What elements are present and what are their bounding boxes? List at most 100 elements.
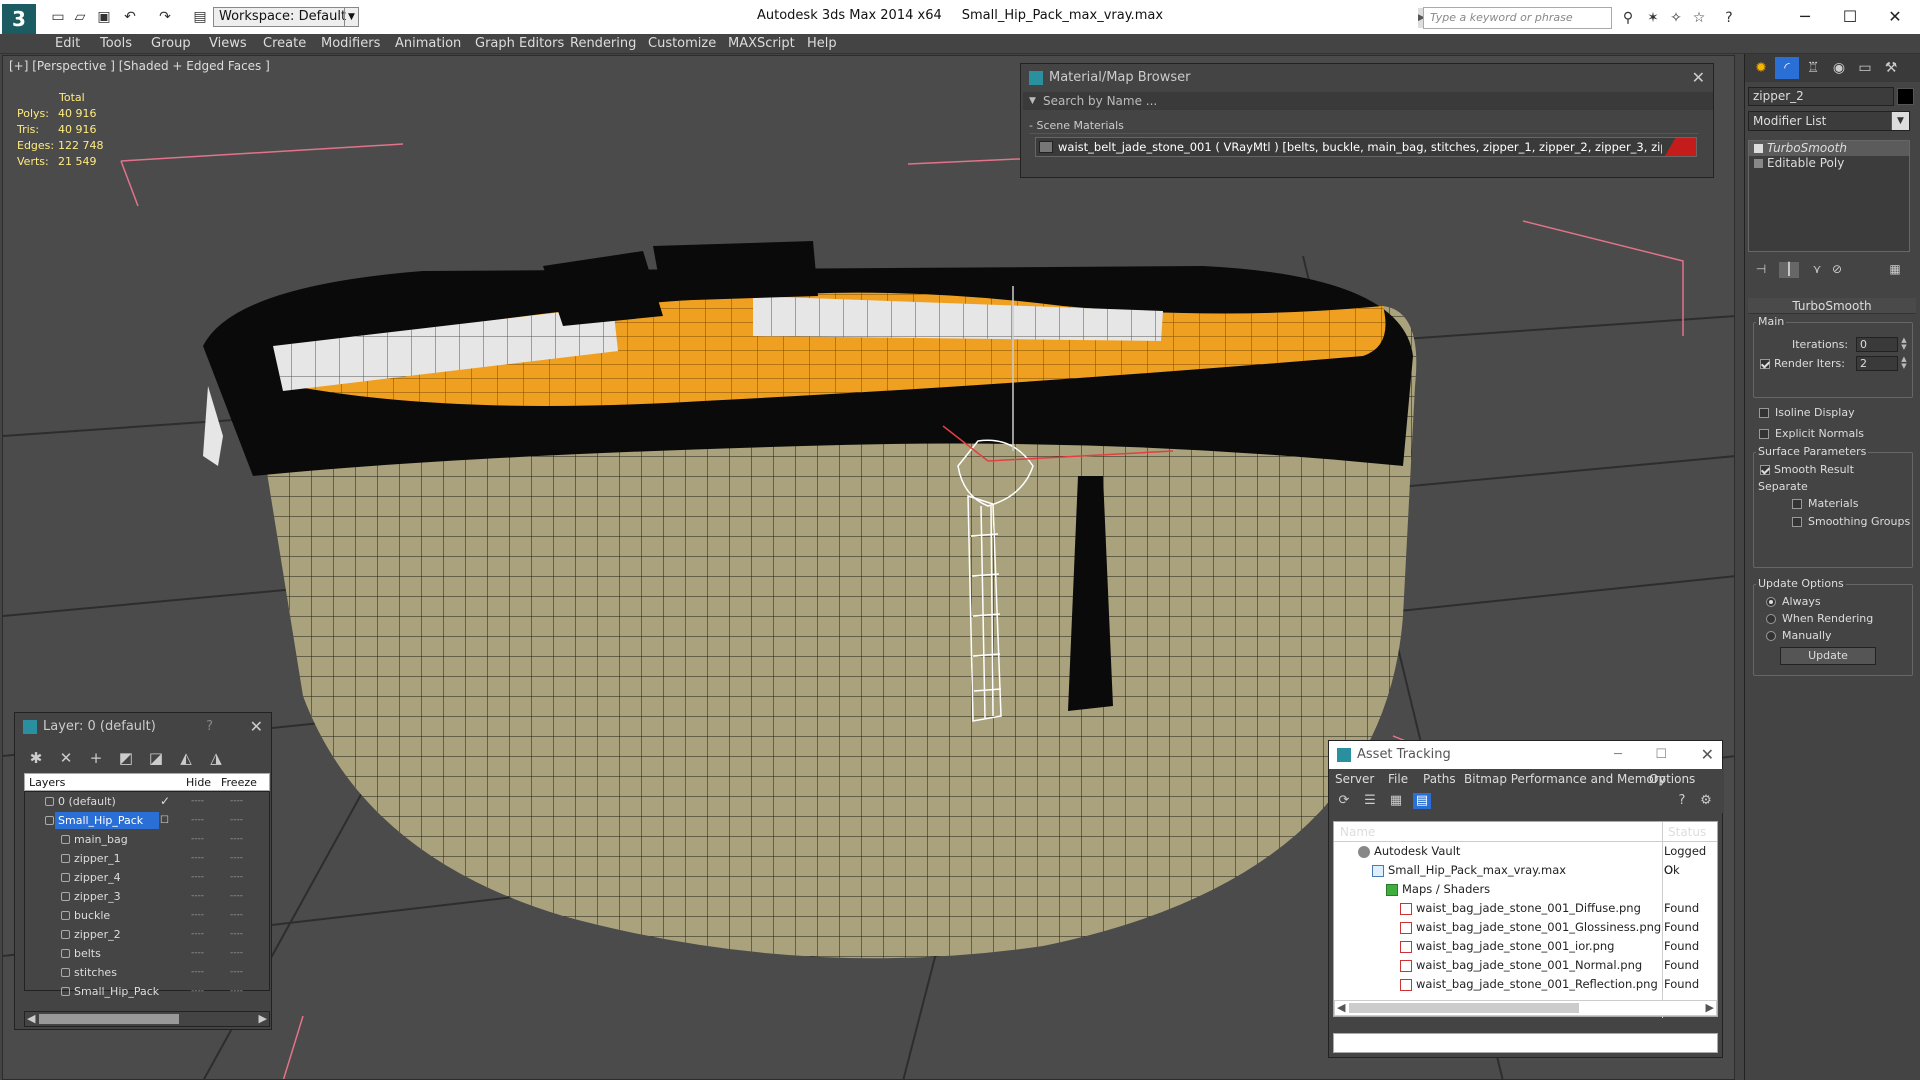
material-browser-titlebar[interactable]: Material/Map Browser ✕ <box>1021 64 1713 92</box>
show-end-result-icon[interactable]: ┃ <box>1779 262 1799 278</box>
menu-file[interactable]: File <box>1388 772 1408 786</box>
lightbulb-icon[interactable] <box>1754 144 1763 153</box>
col-freeze[interactable]: Freeze <box>221 776 257 789</box>
hide-toggle[interactable]: ---- <box>191 868 204 887</box>
menu-maxscript[interactable]: MAXScript <box>728 36 795 51</box>
select-objects-icon[interactable]: ◩ <box>115 749 137 767</box>
scroll-left-icon[interactable]: ◀ <box>27 1012 35 1025</box>
maximize-button[interactable]: ☐ <box>1828 4 1872 30</box>
spinner-arrows-icon[interactable]: ▲ ▼ <box>1900 356 1908 371</box>
freeze-toggle[interactable]: ---- <box>230 830 243 849</box>
layer-row[interactable]: zipper_1 ---- ---- <box>25 849 269 868</box>
asset-path-field[interactable] <box>1333 1033 1718 1053</box>
modifier-list-dropdown[interactable]: Modifier List ▼ <box>1748 111 1910 131</box>
help-icon[interactable]: ? <box>1718 8 1740 28</box>
asset-horizontal-scrollbar[interactable]: ◀ ▶ <box>1334 1000 1717 1016</box>
materials-checkbox[interactable] <box>1792 499 1802 509</box>
help-icon[interactable]: ? <box>1673 793 1691 809</box>
layer-row[interactable]: zipper_3 ---- ---- <box>25 887 269 906</box>
current-layer-check-icon[interactable]: ✓ <box>160 792 170 811</box>
motion-tab-icon[interactable]: ◉ <box>1827 57 1851 79</box>
filter-icon[interactable]: ▼ <box>1029 92 1036 110</box>
scroll-thumb[interactable] <box>39 1014 179 1024</box>
asset-row[interactable]: waist_bag_jade_stone_001_ior.png Found <box>1334 937 1717 956</box>
asset-row[interactable]: waist_bag_jade_stone_001_Glossiness.png F… <box>1334 918 1717 937</box>
layer-row[interactable]: belts ---- ---- <box>25 944 269 963</box>
explicit-normals-checkbox[interactable] <box>1759 429 1769 439</box>
isoline-display-checkbox[interactable] <box>1759 408 1769 418</box>
asset-row[interactable]: waist_bag_jade_stone_001_Diffuse.png Foun… <box>1334 899 1717 918</box>
freeze-toggle[interactable]: ---- <box>230 868 243 887</box>
col-hide[interactable]: Hide <box>186 776 211 789</box>
layer-row[interactable]: Small_Hip_Pack ---- ---- <box>25 982 269 1001</box>
freeze-toggle[interactable]: ---- <box>230 811 243 830</box>
freeze-toggle[interactable]: ---- <box>230 792 243 811</box>
set-current-icon[interactable]: ☐ <box>160 811 169 830</box>
binoculars-icon[interactable]: ⚲ <box>1617 8 1639 28</box>
menu-modifiers[interactable]: Modifiers <box>321 36 380 51</box>
create-tab-sun-icon[interactable]: ✹ <box>1749 57 1773 79</box>
layer-panel-titlebar[interactable]: Layer: 0 (default)? ✕ <box>15 713 271 741</box>
utilities-tab-icon[interactable]: ⚒ <box>1879 57 1903 79</box>
col-name[interactable]: Name <box>1340 822 1375 842</box>
viewport-label[interactable]: [+] [Perspective ] [Shaded + Edged Faces… <box>9 59 270 73</box>
scroll-thumb[interactable] <box>1349 1003 1579 1013</box>
turbosmooth-rollout-header[interactable]: TurboSmooth <box>1748 298 1916 314</box>
freeze-toggle[interactable]: ---- <box>230 906 243 925</box>
menu-rendering[interactable]: Rendering <box>570 36 636 51</box>
always-radio[interactable] <box>1766 597 1776 607</box>
render-iters-spinner[interactable]: 2 <box>1856 356 1898 371</box>
hide-toggle[interactable]: ---- <box>191 792 204 811</box>
menu-bitmap-performance[interactable]: Bitmap Performance and Memory <box>1464 772 1666 786</box>
hide-toggle[interactable]: ---- <box>191 849 204 868</box>
menu-paths[interactable]: Paths <box>1423 772 1456 786</box>
menu-animation[interactable]: Animation <box>395 36 461 51</box>
freeze-toggle[interactable]: ---- <box>230 963 243 982</box>
remove-modifier-icon[interactable]: ⊘ <box>1827 262 1847 278</box>
scroll-left-icon[interactable]: ◀ <box>1337 1001 1345 1014</box>
layer-row[interactable]: stitches ---- ---- <box>25 963 269 982</box>
asset-row[interactable]: waist_bag_jade_stone_001_Normal.png Found <box>1334 956 1717 975</box>
hide-all-icon[interactable]: ◭ <box>175 749 197 767</box>
tools-icon[interactable]: ✶ <box>1642 8 1664 28</box>
help-icon[interactable]: ? <box>206 713 213 741</box>
asset-row[interactable]: Autodesk Vault Logged O <box>1334 842 1717 877</box>
freeze-toggle[interactable]: ---- <box>230 887 243 906</box>
manually-radio[interactable] <box>1766 631 1776 641</box>
freeze-toggle[interactable]: ---- <box>230 944 243 963</box>
col-layers[interactable]: Layers <box>29 776 65 789</box>
menu-graph-editors[interactable]: Graph Editors <box>475 36 564 51</box>
material-item[interactable]: waist_belt_jade_stone_001 ( VRayMtl ) [b… <box>1035 137 1697 157</box>
layer-row[interactable]: main_bag ---- ---- <box>25 830 269 849</box>
freeze-all-icon[interactable]: ◮ <box>205 749 227 767</box>
maximize-icon[interactable]: ☐ <box>1655 741 1667 769</box>
object-color-swatch[interactable] <box>1897 88 1914 105</box>
create-layer-icon[interactable]: ✱ <box>25 749 47 767</box>
when-rendering-radio[interactable] <box>1766 614 1776 624</box>
object-name-field[interactable]: zipper_2 <box>1748 87 1894 106</box>
minimize-icon[interactable]: ─ <box>1614 741 1622 769</box>
configure-sets-icon[interactable]: ▦ <box>1885 262 1905 278</box>
add-to-layer-icon[interactable]: + <box>85 749 107 767</box>
delete-layer-icon[interactable]: ✕ <box>55 749 77 767</box>
layer-row[interactable]: 0 (default) ✓ ---- ---- <box>25 792 269 811</box>
hierarchy-tab-icon[interactable]: ♖ <box>1801 57 1825 79</box>
make-unique-icon[interactable]: ⋎ <box>1807 262 1827 278</box>
table-view-icon[interactable]: ▤ <box>1413 793 1431 809</box>
smoothing-groups-checkbox[interactable] <box>1792 517 1802 527</box>
menu-create[interactable]: Create <box>263 36 306 51</box>
scene-materials-section[interactable]: - Scene Materials <box>1029 118 1699 134</box>
spinner-arrows-icon[interactable]: ▲ ▼ <box>1900 337 1908 352</box>
search-input[interactable]: Type a keyword or phrase <box>1423 7 1612 29</box>
hide-toggle[interactable]: ---- <box>191 925 204 944</box>
scroll-right-icon[interactable]: ▶ <box>259 1012 267 1025</box>
comm-center-icon[interactable]: ✧ <box>1665 8 1687 28</box>
stack-item-turbosmooth[interactable]: TurboSmooth <box>1749 141 1909 156</box>
settings-icon[interactable]: ⚙ <box>1697 793 1715 809</box>
material-search-input[interactable]: ▼ Search by Name ... <box>1023 92 1713 110</box>
hide-toggle[interactable]: ---- <box>191 944 204 963</box>
hide-toggle[interactable]: ---- <box>191 982 204 1001</box>
menu-tools[interactable]: Tools <box>100 36 132 51</box>
expand-icon[interactable] <box>1754 159 1763 168</box>
menu-server[interactable]: Server <box>1335 772 1374 786</box>
